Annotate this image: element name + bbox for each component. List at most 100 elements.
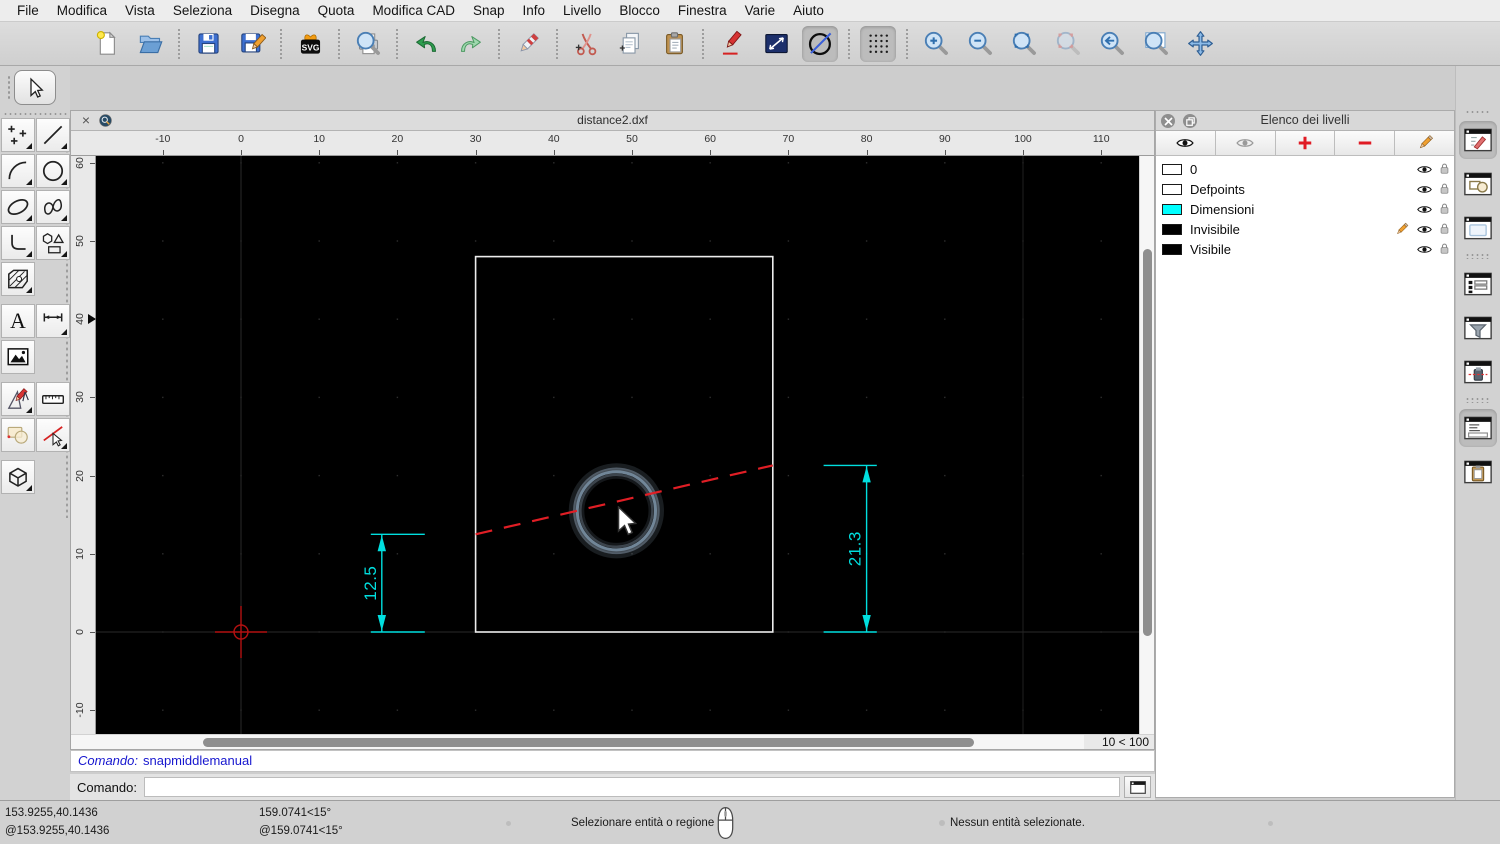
drawing-window-titlebar[interactable]: × distance2.dxf bbox=[71, 111, 1154, 131]
paste-button[interactable] bbox=[656, 26, 692, 62]
tool-points-button[interactable] bbox=[1, 118, 35, 152]
menu-varie[interactable]: Varie bbox=[736, 3, 785, 18]
layer-lock-toggle[interactable] bbox=[1437, 241, 1452, 258]
new-file-button[interactable] bbox=[88, 26, 124, 62]
menu-modifica[interactable]: Modifica bbox=[48, 3, 116, 18]
delete-eraser-button[interactable] bbox=[510, 26, 546, 62]
layer-row-invisibile[interactable]: Invisibile bbox=[1156, 219, 1454, 239]
grid-button[interactable] bbox=[860, 25, 896, 62]
zoom-auto-button[interactable] bbox=[1006, 26, 1042, 62]
statusbar-grip-dot bbox=[1268, 821, 1273, 826]
tool-arc-button[interactable] bbox=[1, 154, 35, 188]
horizontal-scrollbar[interactable] bbox=[96, 735, 1084, 750]
dock-entity-list-button[interactable] bbox=[1459, 265, 1497, 303]
menu-modifica-cad[interactable]: Modifica CAD bbox=[363, 3, 464, 18]
menu-seleziona[interactable]: Seleziona bbox=[164, 3, 241, 18]
tool-box3d-button[interactable] bbox=[1, 460, 35, 494]
zoom-out-button[interactable] bbox=[962, 26, 998, 62]
dock-drag-handle[interactable] bbox=[1465, 110, 1491, 115]
layer-lock-toggle[interactable] bbox=[1437, 201, 1452, 218]
tool-spline-button[interactable] bbox=[36, 190, 70, 224]
detach-command-button[interactable] bbox=[1124, 776, 1151, 798]
panel-close-icon[interactable] bbox=[1161, 114, 1175, 128]
dock-filter-button[interactable] bbox=[1459, 309, 1497, 347]
zoom-window-button[interactable] bbox=[1138, 26, 1174, 62]
menu-snap[interactable]: Snap bbox=[464, 3, 514, 18]
layer-lock-toggle[interactable] bbox=[1437, 221, 1452, 238]
toolbar-drag-handle[interactable] bbox=[7, 75, 11, 101]
show-all-layers-button[interactable] bbox=[1156, 131, 1216, 155]
command-input[interactable] bbox=[143, 777, 1120, 797]
layer-visibility-toggle[interactable] bbox=[1416, 181, 1433, 198]
draw-pen-button[interactable] bbox=[714, 26, 750, 62]
circle-line-button[interactable] bbox=[802, 25, 838, 62]
edit-layer-button[interactable] bbox=[1395, 131, 1454, 155]
tool-modify-button[interactable] bbox=[1, 382, 35, 416]
tool-hatch-button[interactable] bbox=[1, 262, 35, 296]
menu-livello[interactable]: Livello bbox=[554, 3, 610, 18]
tool-line-button[interactable] bbox=[36, 118, 70, 152]
tool-dimension-button[interactable] bbox=[36, 304, 70, 338]
menu-finestra[interactable]: Finestra bbox=[669, 3, 736, 18]
layer-visibility-toggle[interactable] bbox=[1416, 161, 1433, 178]
drawing-canvas[interactable]: 12.5 21.3 bbox=[96, 156, 1139, 734]
panel-float-icon[interactable] bbox=[1183, 114, 1197, 128]
tool-circle-button[interactable] bbox=[36, 154, 70, 188]
dock-separator bbox=[1465, 397, 1491, 403]
zoom-select-button[interactable] bbox=[1050, 26, 1086, 62]
tool-trim-button[interactable] bbox=[36, 418, 70, 452]
dock-library-browser-button[interactable] bbox=[1459, 209, 1497, 247]
remove-layer-button[interactable] bbox=[1335, 131, 1396, 155]
zoom-in-button[interactable] bbox=[918, 26, 954, 62]
layer-lock-toggle[interactable] bbox=[1437, 161, 1452, 178]
dock-command-widget-button[interactable] bbox=[1459, 409, 1497, 447]
copy-button[interactable] bbox=[612, 26, 648, 62]
zoom-previous-button[interactable] bbox=[1094, 26, 1130, 62]
open-file-button[interactable] bbox=[132, 26, 168, 62]
save-button[interactable] bbox=[190, 26, 226, 62]
tool-text-button[interactable]: A bbox=[1, 304, 35, 338]
attributes-button[interactable] bbox=[758, 26, 794, 62]
add-layer-button[interactable] bbox=[1275, 131, 1336, 155]
save-as-button[interactable] bbox=[234, 26, 270, 62]
tool-ellipse-button[interactable] bbox=[1, 190, 35, 224]
hide-all-layers-button[interactable] bbox=[1215, 131, 1276, 155]
select-tool-button[interactable] bbox=[14, 70, 56, 105]
menu-vista[interactable]: Vista bbox=[116, 3, 164, 18]
menu-file[interactable]: File bbox=[8, 3, 48, 18]
cut-button[interactable] bbox=[568, 26, 604, 62]
layer-row-defpoints[interactable]: Defpoints bbox=[1156, 179, 1454, 199]
new-file-icon bbox=[96, 31, 116, 55]
toolgrid-drag-handle[interactable] bbox=[3, 112, 67, 117]
layer-row-0[interactable]: 0 bbox=[1156, 159, 1454, 179]
vertical-scrollbar-thumb[interactable] bbox=[1142, 249, 1152, 636]
menu-blocco[interactable]: Blocco bbox=[610, 3, 669, 18]
print-preview-button[interactable] bbox=[350, 26, 386, 62]
dock-clipboard-widget-button[interactable] bbox=[1459, 453, 1497, 491]
tool-info-button[interactable] bbox=[1, 418, 35, 452]
tool-measure-button[interactable] bbox=[36, 382, 70, 416]
export-svg-button[interactable]: SVG bbox=[292, 26, 328, 62]
redo-button[interactable] bbox=[452, 26, 488, 62]
undo-button[interactable] bbox=[408, 26, 444, 62]
tool-image-button[interactable] bbox=[1, 340, 35, 374]
layer-visibility-toggle[interactable] bbox=[1416, 221, 1433, 238]
vertical-scrollbar[interactable] bbox=[1139, 156, 1154, 734]
horizontal-scrollbar-thumb[interactable] bbox=[203, 737, 974, 747]
menu-info[interactable]: Info bbox=[514, 3, 555, 18]
layer-row-dimensioni[interactable]: Dimensioni bbox=[1156, 199, 1454, 219]
tool-polyline-button[interactable] bbox=[1, 226, 35, 260]
zoom-pan-button[interactable] bbox=[1182, 26, 1218, 62]
layer-lock-toggle[interactable] bbox=[1437, 181, 1452, 198]
tool-polygon-button[interactable] bbox=[36, 226, 70, 260]
close-window-icon[interactable]: × bbox=[79, 111, 93, 130]
dock-block-list-button[interactable] bbox=[1459, 165, 1497, 203]
dock-layer-list-button[interactable] bbox=[1459, 121, 1497, 159]
menu-aiuto[interactable]: Aiuto bbox=[784, 3, 833, 18]
dock-pen-wizard-button[interactable] bbox=[1459, 353, 1497, 391]
layer-row-visibile[interactable]: Visibile bbox=[1156, 239, 1454, 259]
layer-visibility-toggle[interactable] bbox=[1416, 241, 1433, 258]
menu-disegna[interactable]: Disegna bbox=[241, 3, 309, 18]
menu-quota[interactable]: Quota bbox=[309, 3, 364, 18]
layer-visibility-toggle[interactable] bbox=[1416, 201, 1433, 218]
